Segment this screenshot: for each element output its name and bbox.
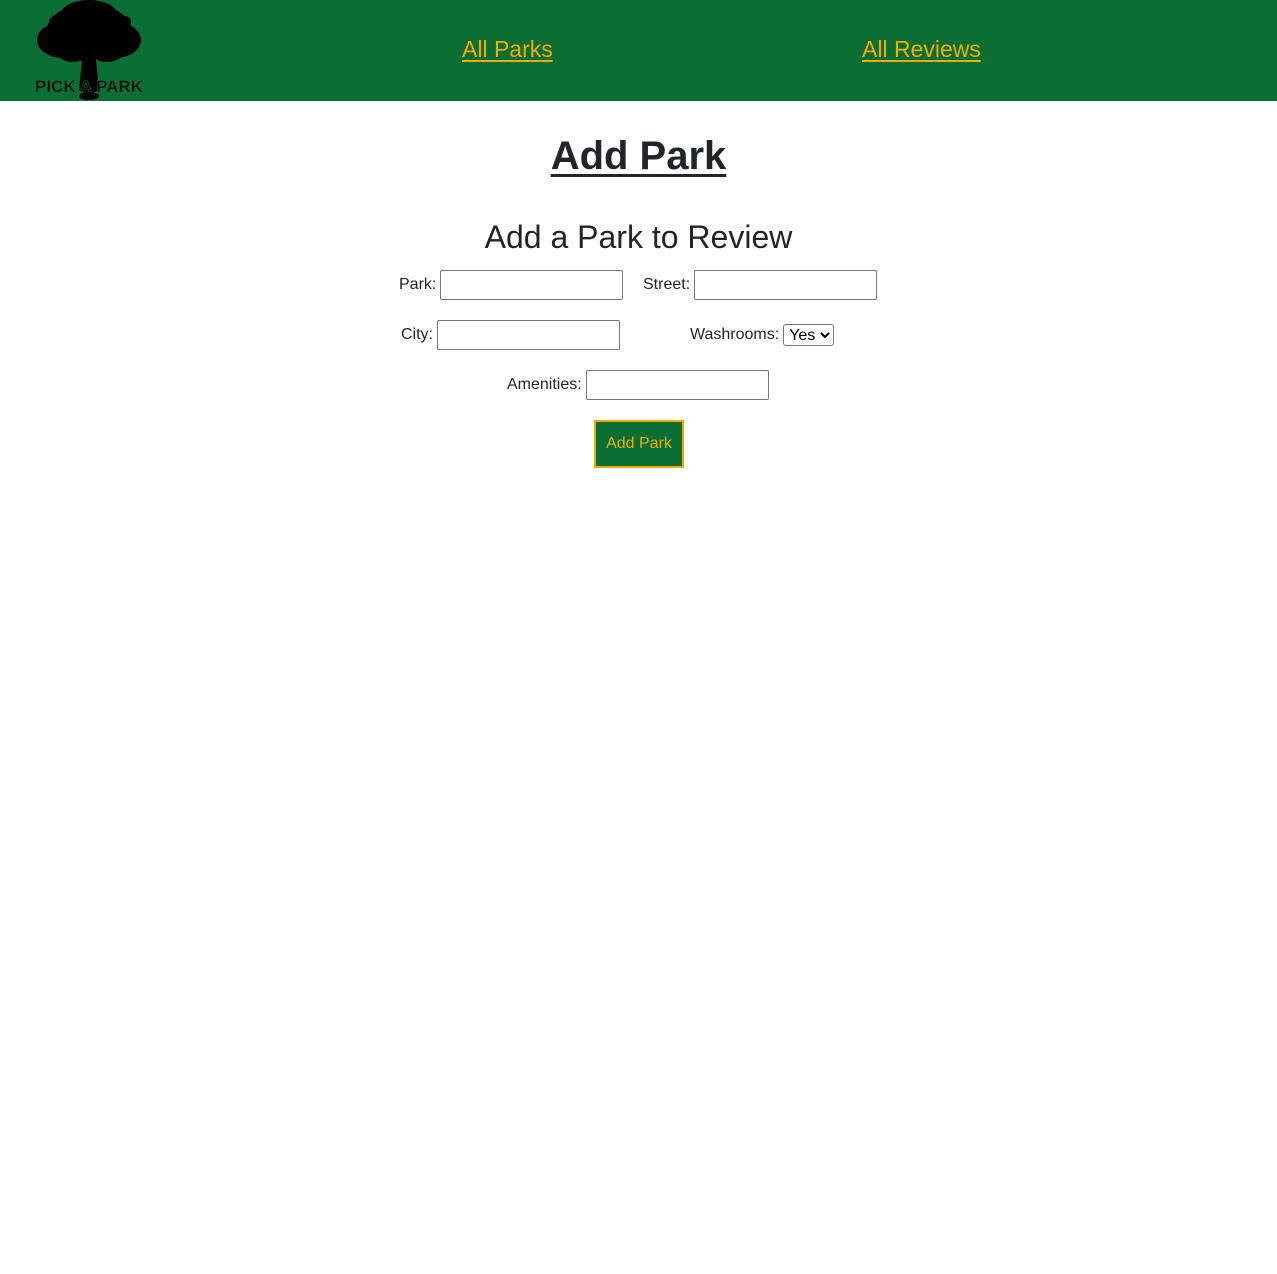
street-field: Street:	[643, 270, 878, 300]
city-input[interactable]	[437, 320, 620, 350]
pick-a-park-logo[interactable]: PICK A PARK	[33, 0, 145, 101]
amenities-field: Amenities:	[507, 370, 769, 400]
nav-link-all-parks[interactable]: All Parks	[462, 34, 553, 64]
city-field: City:	[401, 320, 620, 350]
tree-logo-icon: PICK A PARK	[35, 0, 144, 100]
nav-link-all-reviews[interactable]: All Reviews	[862, 34, 981, 64]
form-title: Add a Park to Review	[484, 219, 793, 255]
logo-text: PICK A PARK	[35, 77, 144, 96]
washrooms-label: Washrooms:	[690, 326, 780, 343]
add-park-button[interactable]: Add Park	[594, 420, 684, 468]
page-title: Add Park	[550, 134, 727, 178]
amenities-input[interactable]	[585, 370, 769, 400]
park-field: Park:	[399, 270, 624, 300]
amenities-label: Amenities:	[507, 376, 582, 393]
park-input[interactable]	[440, 270, 624, 300]
washrooms-field: Washrooms: Yes	[690, 320, 835, 350]
park-label: Park:	[399, 276, 437, 293]
street-input[interactable]	[694, 270, 878, 300]
washrooms-select[interactable]: Yes	[783, 324, 835, 346]
city-label: City:	[401, 326, 433, 343]
navbar: PICK A PARK All Parks All Reviews	[0, 0, 1277, 101]
street-label: Street:	[643, 276, 691, 293]
